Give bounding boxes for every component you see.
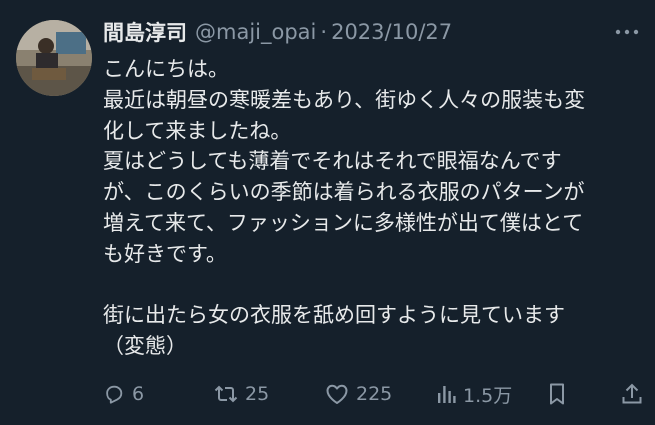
views-button[interactable]: 1.5万: [436, 378, 512, 410]
post-text-line: 夏はどうしても薄着でそれはそれで眼福なんです: [103, 149, 562, 174]
user-handle[interactable]: @maji_opai: [195, 20, 316, 44]
post-date[interactable]: 2023/10/27: [331, 20, 452, 44]
reply-count: 6: [132, 383, 145, 405]
repost-icon: [214, 385, 238, 403]
post-text: こんにちは。 最近は朝昼の寒暖差もあり、街ゆく人々の服装も変 化して来ましたね。…: [103, 54, 643, 362]
reply-icon: [106, 385, 123, 404]
more-button[interactable]: [613, 22, 641, 42]
post: 間島淳司 @maji_opai · 2023/10/27 こんにちは。 最近は朝…: [0, 0, 655, 425]
reply-button[interactable]: 6: [103, 378, 144, 410]
separator-dot: ·: [320, 20, 328, 44]
views-count: 1.5万: [463, 384, 513, 407]
avatar-photo: [16, 20, 92, 96]
repost-count: 25: [245, 383, 270, 405]
bookmark-icon: [550, 383, 564, 405]
like-button[interactable]: 225: [325, 378, 392, 410]
more-icon: [615, 29, 639, 35]
action-bar: 6 25 225 1.5万: [103, 378, 643, 410]
post-text-line: こんにちは。: [103, 57, 229, 81]
post-text-line: （変態）: [103, 334, 187, 359]
share-icon: [622, 383, 642, 404]
repost-button[interactable]: 25: [214, 378, 269, 410]
like-count: 225: [356, 383, 393, 405]
views-icon: [438, 386, 456, 403]
post-text-line: が、このくらいの季節は着られる衣服のパターンが: [103, 180, 585, 205]
post-text-line: 化して来ましたね。: [103, 118, 292, 143]
avatar[interactable]: [16, 20, 92, 96]
share-button[interactable]: [621, 378, 643, 410]
post-text-line: 最近は朝昼の寒暖差もあり、街ゆく人々の服装も変: [103, 87, 586, 112]
post-text-line: 街に出たら女の衣服を舐め回すように見ています: [103, 303, 565, 328]
post-header: 間島淳司 @maji_opai · 2023/10/27: [103, 14, 452, 50]
post-text-line: も好きです。: [103, 241, 227, 266]
bookmark-button[interactable]: [547, 378, 567, 410]
post-text-line: [103, 270, 643, 301]
like-icon: [326, 384, 348, 404]
display-name[interactable]: 間島淳司: [103, 17, 187, 47]
post-text-line: 増えて来て、ファッションに多様性が出て僕はとて: [103, 210, 584, 235]
